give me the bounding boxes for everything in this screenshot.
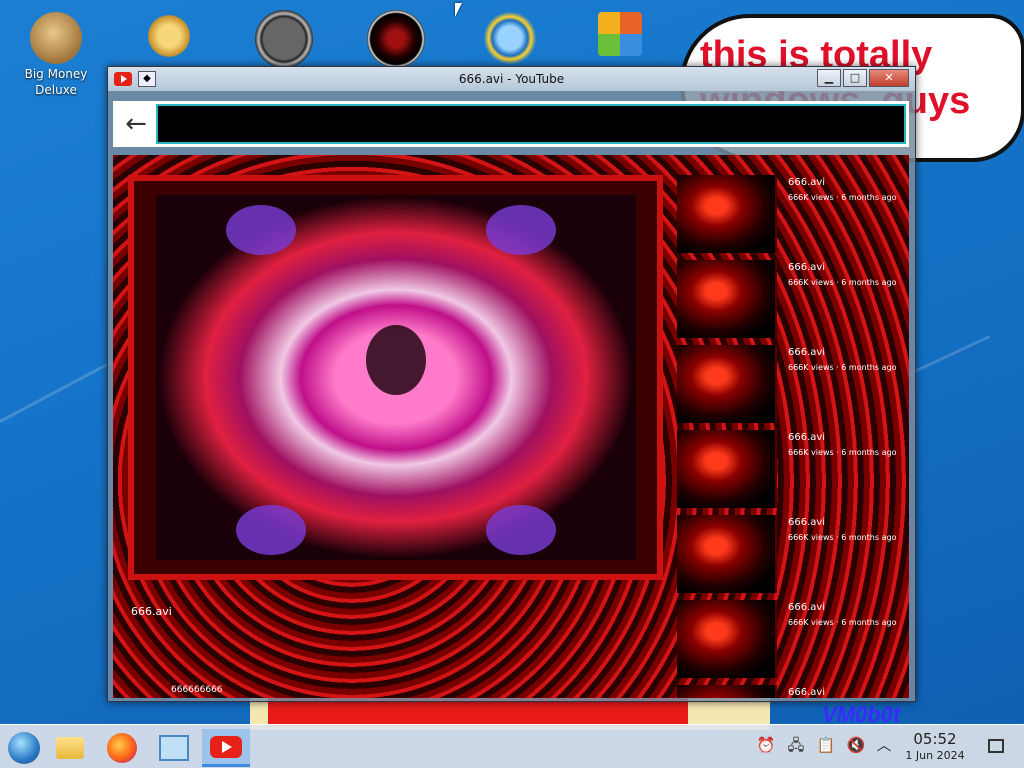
- address-bar[interactable]: [156, 104, 906, 144]
- show-desktop-button[interactable]: [988, 739, 1004, 753]
- video-frame: [156, 195, 636, 560]
- video-art-spot: [486, 505, 556, 555]
- related-video-item[interactable]: 666.avi 666K views · 6 months ago: [673, 598, 905, 678]
- chevron-up-icon[interactable]: ︿: [874, 735, 894, 755]
- related-videos: 666.avi 666K views · 6 months ago 666.av…: [673, 173, 905, 698]
- globe-sun-icon: [480, 8, 540, 68]
- related-video-title: 666.avi: [788, 687, 826, 698]
- start-button[interactable]: [2, 729, 46, 767]
- video-thumbnail: [677, 260, 777, 338]
- back-button[interactable]: ←: [116, 104, 156, 144]
- maximize-button[interactable]: □: [843, 69, 867, 87]
- taskbar-youtube[interactable]: [202, 729, 250, 767]
- related-video-title: 666.avi: [788, 432, 826, 443]
- clock-time: 05:52: [913, 730, 957, 748]
- youtube-app-icon: [114, 72, 132, 86]
- related-video-item[interactable]: 666.avi: [673, 683, 905, 698]
- related-video-title: 666.avi: [788, 602, 826, 613]
- channel-name[interactable]: 666666666: [171, 685, 223, 695]
- related-video-meta: 666K views · 6 months ago: [788, 278, 897, 287]
- mouse-cursor-icon: [455, 3, 462, 17]
- dark-orb-icon: [367, 10, 425, 68]
- arrow-left-icon: ←: [125, 109, 147, 139]
- pin-window-icon[interactable]: ◆: [138, 71, 156, 87]
- video-art-spot: [486, 205, 556, 255]
- control-panel-icon: [159, 735, 189, 761]
- video-art-spot: [226, 205, 296, 255]
- video-title: 666.avi: [131, 605, 172, 618]
- desktop-icon-dark-orb[interactable]: [352, 10, 440, 70]
- related-video-title: 666.avi: [788, 517, 826, 528]
- clock-date: 1 Jun 2024: [905, 749, 965, 762]
- windows-logo-icon: [8, 732, 40, 764]
- video-thumbnail: [677, 345, 777, 423]
- related-video-title: 666.avi: [788, 262, 826, 273]
- related-video-meta: 666K views · 6 months ago: [788, 533, 897, 542]
- related-video-meta: 666K views · 6 months ago: [788, 448, 897, 457]
- video-player[interactable]: [128, 175, 663, 580]
- related-video-item[interactable]: 666.avi 666K views · 6 months ago: [673, 343, 905, 423]
- related-video-meta: 666K views · 6 months ago: [788, 193, 897, 202]
- volume-muted-icon[interactable]: 🔇: [846, 735, 866, 755]
- desktop-icon-office[interactable]: [576, 12, 664, 58]
- youtube-window: ◆ 666.avi - YouTube ▁ □ ✕ ← 666.avi 6666…: [107, 66, 916, 702]
- close-button[interactable]: ✕: [869, 69, 909, 87]
- taskbar-file-explorer[interactable]: [48, 729, 92, 767]
- video-thumbnail: [677, 685, 777, 698]
- related-video-title: 666.avi: [788, 177, 826, 188]
- page-content: 666.avi 666666666 666.avi 666K views · 6…: [113, 155, 909, 698]
- clipboard-icon[interactable]: 📋: [816, 735, 836, 755]
- network-icon[interactable]: 🖧: [786, 735, 806, 755]
- video-thumbnail: [677, 175, 777, 253]
- related-video-item[interactable]: 666.avi 666K views · 6 months ago: [673, 513, 905, 593]
- money-bag-icon: [30, 12, 82, 64]
- alarm-icon[interactable]: ⏰: [756, 735, 776, 755]
- desktop-icon-globe[interactable]: [466, 8, 554, 70]
- related-video-meta: 666K views · 6 months ago: [788, 363, 897, 372]
- minimize-button[interactable]: ▁: [817, 69, 841, 87]
- video-art-spot: [366, 325, 426, 395]
- related-video-title: 666.avi: [788, 347, 826, 358]
- related-video-meta: 666K views · 6 months ago: [788, 618, 897, 627]
- desktop-icon-gear[interactable]: [125, 10, 213, 64]
- navigation-bar: ←: [113, 101, 909, 147]
- desktop-icon-speedometer[interactable]: [240, 10, 328, 70]
- video-thumbnail: [677, 430, 777, 508]
- related-video-item[interactable]: 666.avi 666K views · 6 months ago: [673, 173, 905, 253]
- speedometer-icon: [255, 10, 313, 68]
- video-art-spot: [236, 505, 306, 555]
- desktop-icon-big-money-deluxe[interactable]: Big Money Deluxe: [12, 12, 100, 98]
- related-video-item[interactable]: 666.avi 666K views · 6 months ago: [673, 258, 905, 338]
- office-icon: [598, 12, 642, 56]
- folder-icon: [56, 737, 84, 759]
- taskbar: ⏰ 🖧 📋 🔇 ︿: [0, 724, 1024, 768]
- gear-icon: [143, 10, 195, 62]
- firefox-icon: [107, 733, 137, 763]
- window-titlebar[interactable]: ◆ 666.avi - YouTube ▁ □ ✕: [108, 67, 915, 91]
- window-title: 666.avi - YouTube: [458, 72, 565, 86]
- video-thumbnail: [677, 600, 777, 678]
- video-thumbnail: [677, 515, 777, 593]
- taskbar-firefox[interactable]: [100, 729, 144, 767]
- youtube-icon: [210, 735, 242, 758]
- taskbar-control-panel[interactable]: [152, 729, 196, 767]
- related-video-item[interactable]: 666.avi 666K views · 6 months ago: [673, 428, 905, 508]
- desktop-icon-label: Big Money Deluxe: [24, 67, 88, 97]
- background-figure-shirt: [268, 698, 688, 726]
- clock[interactable]: 05:52 1 Jun 2024: [900, 731, 970, 763]
